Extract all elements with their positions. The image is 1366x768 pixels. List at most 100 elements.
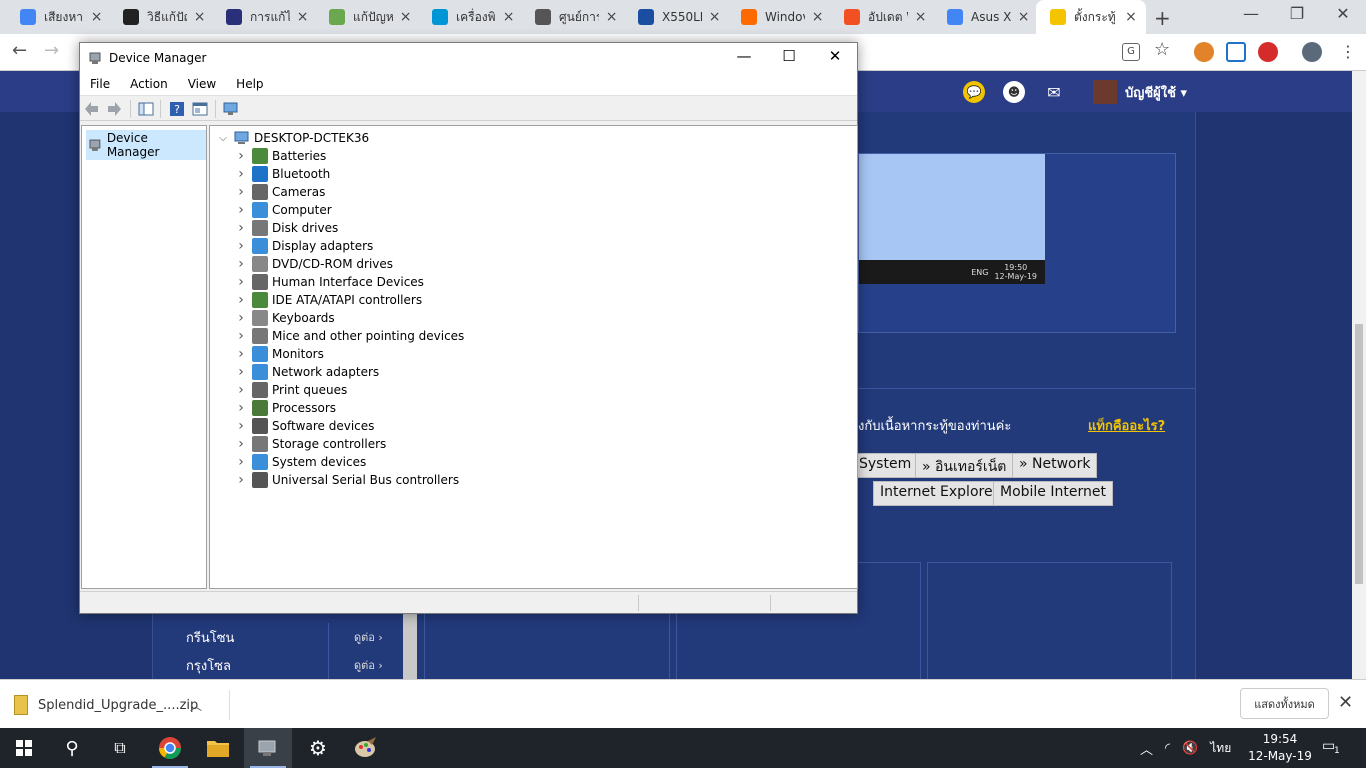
expand-chevron-icon[interactable]: › (232, 454, 250, 470)
expand-chevron-icon[interactable]: › (232, 274, 250, 290)
device-category-node[interactable]: › Disk drives (232, 219, 338, 237)
device-category-node[interactable]: › Batteries (232, 147, 326, 165)
profile-avatar-icon[interactable] (1302, 42, 1322, 62)
device-category-node[interactable]: › Cameras (232, 183, 325, 201)
browser-tab[interactable]: ตั้งกระทู้ × (1036, 0, 1146, 34)
new-tab-button[interactable]: + (1154, 6, 1171, 30)
browser-tab[interactable]: Windov × (727, 0, 830, 34)
browser-tab[interactable]: ศูนย์การ × (521, 0, 624, 34)
chevron-up-icon[interactable]: ︿ (190, 697, 202, 714)
expand-chevron-icon[interactable]: › (232, 202, 250, 218)
show-all-downloads-button[interactable]: แสดงทั้งหมด (1240, 688, 1329, 719)
device-category-node[interactable]: › Network adapters (232, 363, 379, 381)
device-category-node[interactable]: › Mice and other pointing devices (232, 327, 464, 345)
what-is-tag-link[interactable]: แท็กคืออะไร? (1088, 415, 1165, 436)
device-category-node[interactable]: › System devices (232, 453, 366, 471)
expand-chevron-icon[interactable]: › (232, 292, 250, 308)
chat-icon[interactable]: 💬 (963, 81, 985, 103)
minimize-button[interactable]: — (726, 47, 762, 69)
console-root-item[interactable]: Device Manager (86, 130, 206, 160)
tag-network[interactable]: » Network (1012, 453, 1098, 478)
list-scrollbar[interactable] (403, 612, 417, 679)
browser-tab[interactable]: การแก้ไข × (212, 0, 315, 34)
browser-tab[interactable]: วิธีแก้ปัญ × (109, 0, 212, 34)
chrome-icon[interactable] (146, 728, 194, 768)
browser-tab[interactable]: แก้ปัญหา × (315, 0, 418, 34)
tab-close-icon[interactable]: × (502, 9, 515, 25)
see-more-link[interactable]: ดูต่อ › (354, 656, 383, 674)
device-category-node[interactable]: › Software devices (232, 417, 374, 435)
search-icon[interactable]: ⚲ (48, 728, 96, 768)
computer-root-node[interactable]: ⌵ DESKTOP-DCTEK36 (214, 129, 369, 147)
device-category-node[interactable]: › DVD/CD-ROM drives (232, 255, 393, 273)
expand-chevron-icon[interactable]: › (232, 148, 250, 164)
browser-tab[interactable]: X550LD × (624, 0, 727, 34)
browser-tab[interactable]: อัปเดต W × (830, 0, 933, 34)
expand-chevron-icon[interactable]: › (232, 436, 250, 452)
page-scrollbar-thumb[interactable] (1355, 324, 1363, 584)
close-download-bar-icon[interactable]: ✕ (1338, 692, 1353, 713)
expand-chevron-icon[interactable]: › (232, 184, 250, 200)
input-language[interactable]: ไทย (1210, 739, 1231, 758)
device-category-node[interactable]: › Computer (232, 201, 332, 219)
bookmark-star-icon[interactable]: ☆ (1154, 39, 1170, 60)
browser-close-button[interactable]: ✕ (1328, 4, 1358, 23)
tab-close-icon[interactable]: × (1017, 9, 1030, 25)
extension-windows-icon[interactable] (1226, 42, 1246, 62)
device-category-node[interactable]: › Print queues (232, 381, 347, 399)
device-category-node[interactable]: › Processors (232, 399, 336, 417)
tab-close-icon[interactable]: × (399, 9, 412, 25)
taskbar-clock[interactable]: 19:54 12-May-19 (1248, 731, 1312, 765)
device-category-node[interactable]: › Display adapters (232, 237, 373, 255)
expand-chevron-icon[interactable]: › (232, 238, 250, 254)
expand-chevron-icon[interactable]: › (232, 364, 250, 380)
tab-close-icon[interactable]: × (1124, 9, 1138, 25)
expand-chevron-icon[interactable]: › (232, 310, 250, 326)
menu-view[interactable]: View (178, 77, 226, 91)
help-icon[interactable]: ? (169, 101, 185, 117)
tab-close-icon[interactable]: × (90, 9, 103, 25)
start-windows-icon[interactable] (0, 728, 48, 768)
settings-gear-icon[interactable]: ⚙ (294, 728, 342, 768)
expand-chevron-icon[interactable]: › (232, 382, 250, 398)
mail-icon[interactable]: ✉ (1043, 81, 1065, 103)
page-scrollbar[interactable] (1352, 71, 1366, 679)
expand-chevron-icon[interactable]: › (232, 346, 250, 362)
menu-file[interactable]: File (80, 77, 120, 91)
forward-arrow-icon[interactable] (106, 101, 122, 117)
device-category-node[interactable]: › Keyboards (232, 309, 335, 327)
action-center-icon[interactable]: ▭ 1 (1322, 738, 1344, 758)
device-manager-taskbar-icon[interactable] (244, 728, 292, 768)
expand-chevron-icon[interactable]: › (232, 256, 250, 272)
tag-internet[interactable]: » อินเทอร์เน็ต (915, 453, 1014, 478)
forward-icon[interactable]: → (44, 40, 59, 61)
account-menu[interactable]: บัญชีผู้ใช้ ▾ (1093, 80, 1187, 104)
speaker-muted-icon[interactable]: 🔇 (1182, 741, 1198, 756)
browser-minimize-button[interactable]: — (1236, 4, 1266, 23)
expand-chevron-icon[interactable]: › (232, 220, 250, 236)
device-category-node[interactable]: › Monitors (232, 345, 324, 363)
properties-icon[interactable] (192, 101, 208, 117)
browser-tab[interactable]: เสียงหาย × (6, 0, 109, 34)
device-category-node[interactable]: › Bluetooth (232, 165, 330, 183)
tag-system[interactable]: System (852, 453, 919, 478)
tab-close-icon[interactable]: × (708, 9, 721, 25)
back-icon[interactable]: ← (12, 40, 27, 61)
expand-chevron-icon[interactable]: › (232, 328, 250, 344)
scan-hardware-icon[interactable] (223, 101, 239, 117)
tab-close-icon[interactable]: × (296, 9, 309, 25)
device-category-node[interactable]: › IDE ATA/ATAPI controllers (232, 291, 422, 309)
paint-icon[interactable] (342, 728, 390, 768)
expand-chevron-icon[interactable]: › (232, 400, 250, 416)
close-button[interactable]: ✕ (817, 47, 853, 69)
tab-close-icon[interactable]: × (914, 9, 927, 25)
wifi-icon[interactable]: ◜ (1165, 741, 1170, 756)
device-manager-titlebar[interactable]: Device Manager — ☐ ✕ (80, 43, 857, 73)
tab-close-icon[interactable]: × (605, 9, 618, 25)
maximize-button[interactable]: ☐ (771, 47, 807, 69)
collapse-chevron-icon[interactable]: ⌵ (214, 133, 232, 144)
menu-help[interactable]: Help (226, 77, 273, 91)
notification-face-icon[interactable]: ☻ (1003, 81, 1025, 103)
tab-close-icon[interactable]: × (193, 9, 206, 25)
extension-basketball-icon[interactable] (1194, 42, 1214, 62)
